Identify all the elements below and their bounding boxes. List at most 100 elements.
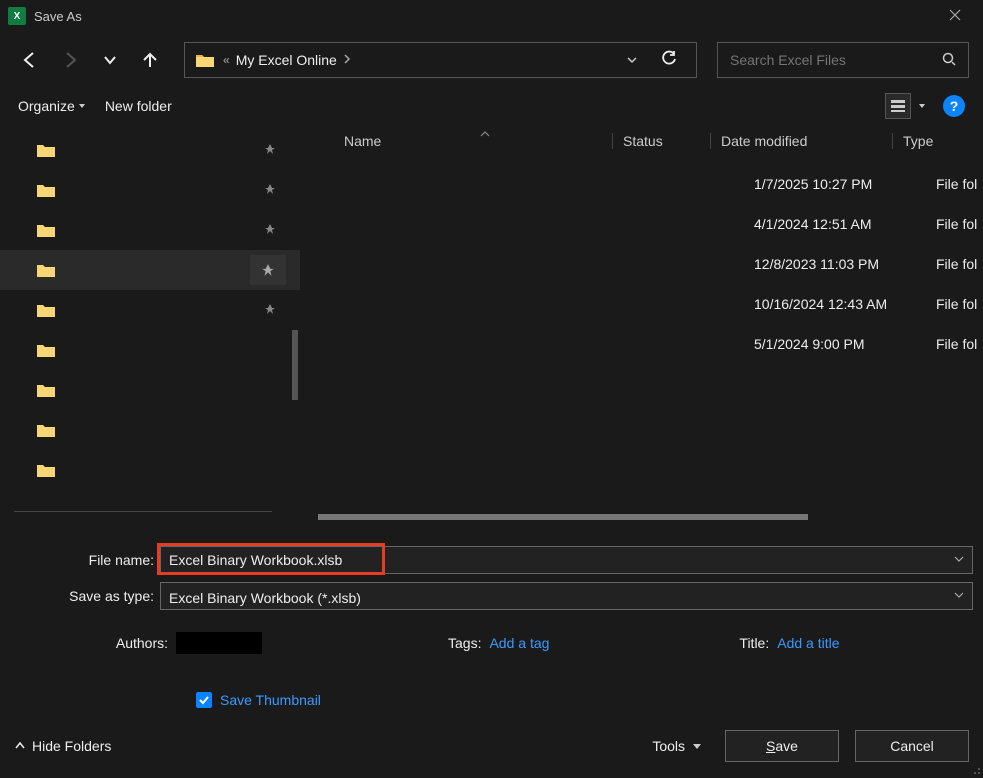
folder-icon — [36, 262, 56, 278]
list-rows: 1/7/2025 10:27 PM File fol 4/1/2024 12:5… — [300, 158, 983, 364]
folder-icon — [195, 52, 215, 68]
row-date: 4/1/2024 12:51 AM — [754, 216, 936, 232]
tags-label: Tags: — [448, 635, 481, 651]
column-status[interactable]: Status — [612, 133, 710, 149]
tags-link[interactable]: Add a tag — [489, 635, 549, 651]
breadcrumb[interactable]: « My Excel Online — [223, 52, 612, 68]
excel-app-icon: X — [8, 7, 26, 25]
address-bar[interactable]: « My Excel Online — [184, 42, 697, 78]
sidebar-item[interactable] — [0, 130, 300, 170]
row-date: 12/8/2023 11:03 PM — [754, 256, 936, 272]
pin-icon[interactable] — [264, 223, 276, 238]
folder-icon — [36, 222, 56, 238]
window-title: Save As — [34, 9, 935, 24]
resize-grip[interactable] — [969, 762, 981, 774]
sidebar-item[interactable] — [0, 410, 300, 450]
close-button[interactable] — [935, 8, 975, 24]
savetype-dropdown[interactable]: Excel Binary Workbook (*.xlsb) — [160, 582, 973, 610]
cancel-button[interactable]: Cancel — [855, 730, 969, 762]
row-type: File fol — [936, 336, 983, 352]
sidebar-item-selected[interactable] — [0, 250, 300, 290]
folder-icon — [36, 142, 56, 158]
file-row[interactable]: 12/8/2023 11:03 PM File fol — [300, 244, 983, 284]
organize-button[interactable]: Organize — [18, 98, 85, 114]
folder-icon — [36, 342, 56, 358]
sidebar-item[interactable] — [0, 450, 300, 490]
sidebar-item[interactable] — [0, 330, 300, 370]
filename-label: File name: — [10, 552, 160, 568]
view-mode-button[interactable] — [885, 93, 911, 119]
chevron-right-icon[interactable] — [343, 53, 351, 67]
filename-input[interactable] — [161, 552, 972, 568]
file-row[interactable]: 1/7/2025 10:27 PM File fol — [300, 164, 983, 204]
row-type: File fol — [936, 216, 983, 232]
sidebar-scrollbar[interactable] — [292, 330, 298, 400]
row-date: 5/1/2024 9:00 PM — [754, 336, 936, 352]
dropdown-caret-icon[interactable] — [954, 590, 964, 602]
row-type: File fol — [936, 256, 983, 272]
title-link[interactable]: Add a title — [777, 635, 839, 651]
filename-field-wrap[interactable] — [160, 546, 973, 574]
authors-value[interactable] — [176, 632, 262, 654]
hide-folders-button[interactable]: Hide Folders — [14, 738, 111, 754]
savetype-value: Excel Binary Workbook (*.xlsb) — [161, 586, 972, 606]
pin-icon[interactable] — [250, 255, 286, 285]
sidebar — [0, 124, 300, 524]
row-date: 1/7/2025 10:27 PM — [754, 176, 936, 192]
folder-icon — [36, 422, 56, 438]
file-row[interactable]: 5/1/2024 9:00 PM File fol — [300, 324, 983, 364]
pin-icon[interactable] — [264, 303, 276, 318]
caret-down-icon — [693, 744, 701, 749]
address-dropdown[interactable] — [620, 52, 644, 68]
save-thumbnail-label[interactable]: Save Thumbnail — [220, 692, 321, 708]
refresh-button[interactable] — [652, 50, 686, 71]
column-date[interactable]: Date modified — [710, 133, 892, 149]
pin-icon[interactable] — [264, 143, 276, 158]
recent-dropdown[interactable] — [94, 44, 126, 76]
save-form: File name: Save as type: Excel Binary Wo… — [0, 524, 983, 708]
sidebar-item[interactable] — [0, 290, 300, 330]
folder-icon — [36, 462, 56, 478]
save-button[interactable]: Save — [725, 730, 839, 762]
horizontal-scrollbar[interactable] — [318, 510, 983, 524]
row-type: File fol — [936, 176, 983, 192]
titlebar: X Save As — [0, 0, 983, 32]
breadcrumb-prefix-icon: « — [223, 53, 230, 67]
back-button[interactable] — [14, 44, 46, 76]
folder-icon — [36, 302, 56, 318]
savetype-label: Save as type: — [10, 588, 160, 604]
nav-bar: « My Excel Online — [0, 32, 983, 88]
caret-down-icon — [79, 104, 85, 108]
sidebar-item[interactable] — [0, 370, 300, 410]
row-date: 10/16/2024 12:43 AM — [754, 296, 936, 312]
file-row[interactable]: 4/1/2024 12:51 AM File fol — [300, 204, 983, 244]
dropdown-caret-icon[interactable] — [954, 554, 964, 566]
footer: Hide Folders Tools Save Cancel — [0, 716, 983, 776]
file-row[interactable]: 10/16/2024 12:43 AM File fol — [300, 284, 983, 324]
sidebar-item[interactable] — [0, 170, 300, 210]
toolbar: Organize New folder ? — [0, 88, 983, 124]
column-name[interactable]: Name — [300, 133, 612, 149]
help-button[interactable]: ? — [943, 95, 965, 117]
folder-icon — [36, 182, 56, 198]
view-dropdown[interactable] — [919, 104, 925, 108]
save-label: ave — [775, 738, 798, 754]
authors-label: Authors: — [116, 635, 168, 651]
file-list-pane: Name Status Date modified Type 1/7/2025 … — [300, 124, 983, 524]
search-box[interactable] — [717, 42, 969, 78]
up-button[interactable] — [134, 44, 166, 76]
search-icon[interactable] — [942, 52, 956, 69]
tools-dropdown[interactable]: Tools — [652, 738, 701, 754]
body-split: Name Status Date modified Type 1/7/2025 … — [0, 124, 983, 524]
save-thumbnail-checkbox[interactable] — [196, 692, 212, 708]
breadcrumb-current[interactable]: My Excel Online — [236, 52, 337, 68]
sidebar-item[interactable] — [0, 210, 300, 250]
pin-icon[interactable] — [264, 183, 276, 198]
list-header: Name Status Date modified Type — [300, 124, 983, 158]
forward-button[interactable] — [54, 44, 86, 76]
search-input[interactable] — [730, 52, 942, 68]
column-type[interactable]: Type — [892, 133, 983, 149]
divider — [14, 511, 272, 512]
folder-icon — [36, 382, 56, 398]
new-folder-button[interactable]: New folder — [105, 98, 172, 114]
